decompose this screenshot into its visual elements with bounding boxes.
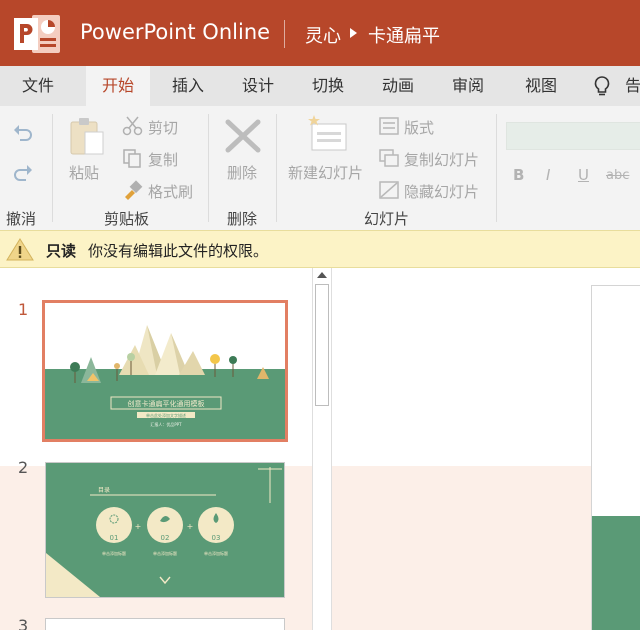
format-painter-button[interactable]: 格式刷 xyxy=(148,181,193,202)
title-divider xyxy=(284,20,285,48)
scrollbar-thumb[interactable] xyxy=(315,284,329,406)
slide-2-caption: 单击添加标题 xyxy=(204,550,228,556)
current-slide[interactable] xyxy=(591,285,640,630)
slide-ground xyxy=(592,516,640,630)
copy-button[interactable]: 复制 xyxy=(148,149,178,170)
ribbon-divider xyxy=(276,114,277,222)
undo-icon[interactable] xyxy=(12,124,34,144)
slide-number: 3 xyxy=(18,616,29,630)
layout-icon xyxy=(379,117,399,135)
cut-icon xyxy=(122,116,143,136)
breadcrumb-file[interactable]: 卡通扁平 xyxy=(368,22,440,48)
ribbon-divider xyxy=(52,114,53,222)
redo-icon[interactable] xyxy=(12,164,34,184)
tab-insert[interactable]: 插入 xyxy=(156,66,220,106)
delete-button[interactable]: 删除 xyxy=(227,162,257,183)
slide-2-item-1: 01 xyxy=(110,534,119,542)
ribbon-tabs: 文件 开始 插入 设计 切换 动画 审阅 视图 告 xyxy=(0,66,640,106)
tab-file[interactable]: 文件 xyxy=(0,66,76,106)
powerpoint-online-window: PowerPoint Online 灵心 卡通扁平 文件 开始 插入 设计 切换… xyxy=(0,0,640,630)
slide-thumbnail-2[interactable]: 目录 + + 01 02 03 单击添加标题 单击添加标题 单击添加标题 xyxy=(45,462,285,598)
app-name[interactable]: PowerPoint Online xyxy=(80,20,270,44)
tab-animations[interactable]: 动画 xyxy=(366,66,430,106)
new-slide-button[interactable]: 新建幻灯片 xyxy=(288,162,363,183)
duplicate-slide-button[interactable]: 复制幻灯片 xyxy=(404,149,479,170)
slide-2-item-2: 02 xyxy=(161,534,170,542)
tab-review[interactable]: 审阅 xyxy=(436,66,500,106)
slide-1-subtitle: 单击此处添加文字描述 xyxy=(146,412,186,418)
ribbon-divider xyxy=(208,114,209,222)
ribbon-divider xyxy=(496,114,497,222)
duplicate-slide-icon xyxy=(379,149,399,167)
tab-view[interactable]: 视图 xyxy=(506,66,576,106)
underline-button[interactable]: U xyxy=(578,166,589,184)
paste-button[interactable]: 粘贴 xyxy=(69,162,99,183)
permission-message: 你没有编辑此文件的权限。 xyxy=(88,242,269,260)
ribbon-home: 撤消 粘贴 剪切 复制 格式刷 剪贴板 删除 删除 新建幻灯片 版式 复制幻灯片… xyxy=(0,106,640,230)
strikethrough-button[interactable]: abc xyxy=(606,168,629,183)
slide-2-caption: 单击添加标题 xyxy=(153,550,177,556)
bold-button[interactable]: B xyxy=(513,166,524,184)
copy-icon xyxy=(123,149,141,168)
slide-2-caption: 单击添加标题 xyxy=(102,550,126,556)
paste-icon[interactable] xyxy=(68,116,106,158)
italic-button[interactable]: I xyxy=(546,166,550,184)
tab-transitions[interactable]: 切换 xyxy=(296,66,360,106)
lightbulb-icon[interactable] xyxy=(594,76,610,98)
tab-design[interactable]: 设计 xyxy=(226,66,290,106)
powerpoint-logo-icon[interactable] xyxy=(12,12,62,56)
cut-button[interactable]: 剪切 xyxy=(148,117,178,138)
slide-number: 2 xyxy=(18,458,29,477)
tab-home[interactable]: 开始 xyxy=(86,66,150,106)
layout-button[interactable]: 版式 xyxy=(404,117,434,138)
svg-text:+: + xyxy=(135,522,142,531)
warning-icon xyxy=(6,238,34,261)
slide-editor-canvas xyxy=(332,268,640,630)
delete-icon[interactable] xyxy=(224,118,262,154)
font-name-box[interactable] xyxy=(506,122,640,150)
slide-2-preview: 目录 + + 01 02 03 单击添加标题 单击添加标题 单击添加标题 xyxy=(46,463,284,597)
breadcrumb-arrow-icon xyxy=(350,28,357,38)
slide-thumbnail-3[interactable] xyxy=(45,618,285,630)
delete-group-label: 删除 xyxy=(227,210,258,228)
slides-group-label: 幻灯片 xyxy=(364,210,410,228)
slide-thumbnail-1[interactable]: 创意卡通扁平化通用模板 单击此处添加文字描述 汇报人：优品PPT xyxy=(42,300,288,442)
read-only-label: 只读 xyxy=(46,242,77,260)
breadcrumb-folder[interactable]: 灵心 xyxy=(305,22,341,48)
slide-1-author: 汇报人：优品PPT xyxy=(150,421,182,427)
undo-group-label: 撤消 xyxy=(6,210,37,228)
slide-1-preview: 创意卡通扁平化通用模板 单击此处添加文字描述 汇报人：优品PPT xyxy=(45,303,285,439)
read-only-infobar: 只读 你没有编辑此文件的权限。 xyxy=(0,230,640,268)
slide-2-item-3: 03 xyxy=(212,534,221,542)
slide-1-title: 创意卡通扁平化通用模板 xyxy=(128,399,205,408)
svg-text:+: + xyxy=(187,522,194,531)
hide-slide-icon xyxy=(379,181,399,199)
title-bar: PowerPoint Online 灵心 卡通扁平 xyxy=(0,0,640,66)
thumbnail-scrollbar[interactable] xyxy=(312,268,332,630)
scroll-up-icon[interactable] xyxy=(317,272,327,278)
slide-2-header: 目录 xyxy=(98,486,110,494)
hide-slide-button[interactable]: 隐藏幻灯片 xyxy=(404,181,479,202)
slide-number: 1 xyxy=(18,300,29,319)
clipboard-group-label: 剪贴板 xyxy=(104,210,150,228)
new-slide-icon[interactable] xyxy=(306,114,350,156)
format-painter-icon xyxy=(125,180,143,200)
tab-tell-me[interactable]: 告 xyxy=(618,66,640,106)
slide-thumbnail-pane: 1 创意卡通扁平化通用模板 单击此处添加文字描述 汇报人：优品PPT 2 目录 … xyxy=(0,268,332,630)
